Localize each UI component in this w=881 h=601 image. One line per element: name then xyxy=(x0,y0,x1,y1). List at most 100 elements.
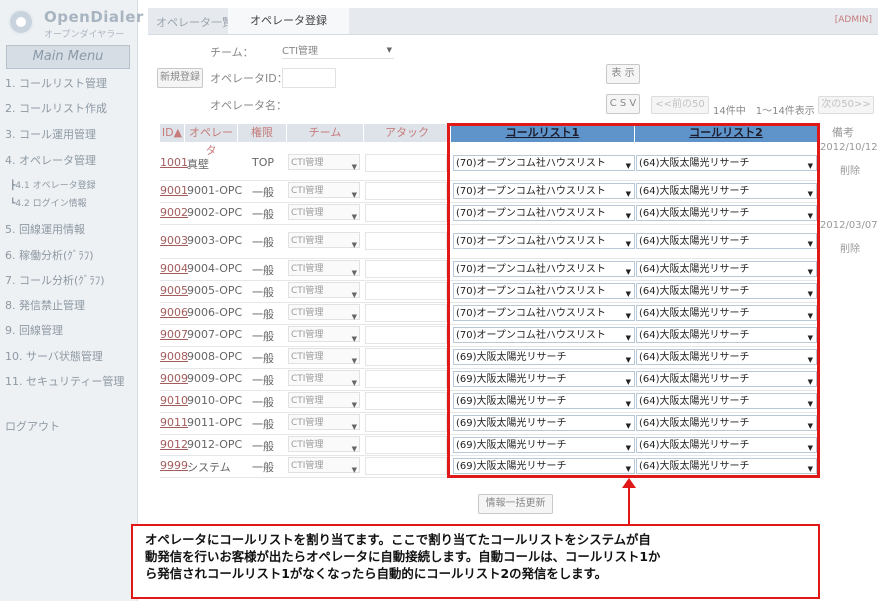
operator-id-input[interactable] xyxy=(282,68,336,88)
col-header-role[interactable]: 権限 xyxy=(238,124,286,142)
new-register-button[interactable]: 新規登録 xyxy=(157,68,203,88)
operator-id-link[interactable]: 9007 xyxy=(160,328,188,341)
attack-input[interactable] xyxy=(365,282,447,300)
operator-name: 9011-OPC xyxy=(187,416,243,429)
team-select[interactable]: CTI管理 ▼ xyxy=(288,348,360,365)
team-select[interactable]: CTI管理 ▼ xyxy=(288,370,360,387)
show-button[interactable]: 表 示 xyxy=(606,64,640,84)
prev-page-button[interactable]: <<前の50 xyxy=(651,96,709,114)
note-date: 2012/03/07 xyxy=(820,220,878,231)
attack-input[interactable] xyxy=(365,326,447,344)
team-select-value: CTI管理 xyxy=(291,461,324,471)
attack-input[interactable] xyxy=(365,260,447,278)
next-page-button[interactable]: 次の50>> xyxy=(818,96,874,114)
sidebar-item-server-status[interactable]: 10. サーバ状態管理 xyxy=(5,348,103,364)
operator-id-link[interactable]: 9004 xyxy=(160,262,188,275)
operator-name: システム xyxy=(187,461,231,474)
col-header-attack[interactable]: アタック xyxy=(364,124,450,142)
sidebar-item-login-info[interactable]: ┗4.2 ログイン情報 xyxy=(10,196,87,209)
col-header-operator[interactable]: オペレータ xyxy=(185,124,237,157)
team-select[interactable]: CTI管理 ▼ xyxy=(288,204,360,221)
csv-button[interactable]: C S V xyxy=(606,94,640,114)
operator-id-link[interactable]: 9008 xyxy=(160,350,188,363)
operator-role: 一般 xyxy=(252,208,274,221)
chevron-down-icon: ▼ xyxy=(351,241,357,249)
operator-id-link[interactable]: 9010 xyxy=(160,394,188,407)
chevron-down-icon: ▼ xyxy=(351,401,357,409)
col-header-id[interactable]: ID▲ xyxy=(160,124,184,142)
chevron-down-icon: ▼ xyxy=(351,335,357,343)
operator-id-link[interactable]: 9006 xyxy=(160,306,188,319)
attack-input[interactable] xyxy=(365,414,447,432)
operator-role: 一般 xyxy=(252,236,274,249)
team-select[interactable]: CTI管理 ▼ xyxy=(288,326,360,343)
team-select[interactable]: CTI管理 ▼ xyxy=(288,436,360,453)
team-select-value: CTI管理 xyxy=(291,396,324,406)
sidebar-item-line-operation[interactable]: 5. 回線運用情報 xyxy=(5,221,85,237)
attack-input[interactable] xyxy=(365,232,447,250)
sidebar-item-operator-register[interactable]: ┣4.1 オペレータ登録 xyxy=(10,178,96,191)
col-header-notes: 備考 xyxy=(832,126,854,139)
sidebar-item-call-operation[interactable]: 3. コール運用管理 xyxy=(5,126,96,142)
team-select[interactable]: CTI管理 ▼ xyxy=(288,154,360,171)
team-select[interactable]: CTI管理 ▼ xyxy=(288,414,360,431)
sidebar-item-operator-manage[interactable]: 4. オペレータ管理 xyxy=(5,152,96,168)
callout-line: オペレータにコールリストを割り当てます。ここで割り当てたコールリストをシステムが… xyxy=(145,532,651,547)
team-select[interactable]: CTI管理 ▼ xyxy=(282,42,394,59)
delete-link[interactable]: 削除 xyxy=(840,162,860,177)
team-select[interactable]: CTI管理 ▼ xyxy=(288,392,360,409)
operator-name: 9006-OPC xyxy=(187,306,243,319)
attack-input[interactable] xyxy=(365,204,447,222)
chevron-down-icon: ▼ xyxy=(351,291,357,299)
attack-input[interactable] xyxy=(365,304,447,322)
team-select-value: CTI管理 xyxy=(291,236,324,246)
tab-operator-list[interactable]: オペレータ一覧 xyxy=(156,14,233,30)
operator-role: 一般 xyxy=(252,461,274,474)
operator-role: TOP xyxy=(252,156,275,169)
sidebar-item-call-prohibit[interactable]: 8. 発信禁止管理 xyxy=(5,297,85,313)
attack-input[interactable] xyxy=(365,370,447,388)
team-select-value: CTI管理 xyxy=(282,46,319,57)
team-label: チーム： xyxy=(210,46,254,59)
operator-id-link[interactable]: 9003 xyxy=(160,234,188,247)
operator-id-link[interactable]: 9012 xyxy=(160,438,188,451)
operator-id-link[interactable]: 9005 xyxy=(160,284,188,297)
operator-name: 9008-OPC xyxy=(187,350,243,363)
operator-id-link[interactable]: 9999 xyxy=(160,459,188,472)
sidebar-item-calllist-create[interactable]: 2. コールリスト作成 xyxy=(5,100,107,116)
operator-name: 9001-OPC xyxy=(187,184,243,197)
bulk-update-button[interactable]: 情報一括更新 xyxy=(478,494,553,514)
operator-id-link[interactable]: 9001 xyxy=(160,184,188,197)
attack-input[interactable] xyxy=(365,182,447,200)
sidebar-item-call-analysis[interactable]: 7. コール分析(ｸﾞﾗﾌ) xyxy=(5,272,105,288)
attack-input[interactable] xyxy=(365,392,447,410)
callout-line: 動発信を行いお客様が出たらオペレータに自動接続します。自動コールは、コールリスト… xyxy=(145,549,661,564)
operator-id-link[interactable]: 1001 xyxy=(160,156,188,169)
attack-input[interactable] xyxy=(365,436,447,454)
tab-operator-register[interactable]: オペレータ登録 xyxy=(228,8,349,34)
team-select[interactable]: CTI管理 ▼ xyxy=(288,232,360,249)
team-select[interactable]: CTI管理 ▼ xyxy=(288,457,360,474)
team-select[interactable]: CTI管理 ▼ xyxy=(288,182,360,199)
operator-name: 9009-OPC xyxy=(187,372,243,385)
team-select[interactable]: CTI管理 ▼ xyxy=(288,260,360,277)
operator-role: 一般 xyxy=(252,374,274,387)
operator-role: 一般 xyxy=(252,396,274,409)
team-select[interactable]: CTI管理 ▼ xyxy=(288,304,360,321)
chevron-down-icon: ▼ xyxy=(351,357,357,365)
sidebar-item-calllist-manage[interactable]: 1. コールリスト管理 xyxy=(5,75,107,91)
delete-link[interactable]: 削除 xyxy=(840,240,860,255)
attack-input[interactable] xyxy=(365,348,447,366)
sidebar: OpenDialer オープンダイヤラー Main Menu 1. コールリスト… xyxy=(0,0,143,601)
operator-id-link[interactable]: 9011 xyxy=(160,416,188,429)
sidebar-item-utilization-graph[interactable]: 6. 稼働分析(ｸﾞﾗﾌ) xyxy=(5,247,94,263)
col-header-team[interactable]: チーム xyxy=(287,124,363,142)
operator-id-link[interactable]: 9009 xyxy=(160,372,188,385)
operator-id-link[interactable]: 9002 xyxy=(160,206,188,219)
attack-input[interactable] xyxy=(365,154,447,172)
sidebar-item-security[interactable]: 11. セキュリティー管理 xyxy=(5,373,124,389)
team-select[interactable]: CTI管理 ▼ xyxy=(288,282,360,299)
sidebar-item-line-manage[interactable]: 9. 回線管理 xyxy=(5,322,63,338)
sidebar-item-logout[interactable]: ログアウト xyxy=(5,418,60,434)
attack-input[interactable] xyxy=(365,457,447,475)
